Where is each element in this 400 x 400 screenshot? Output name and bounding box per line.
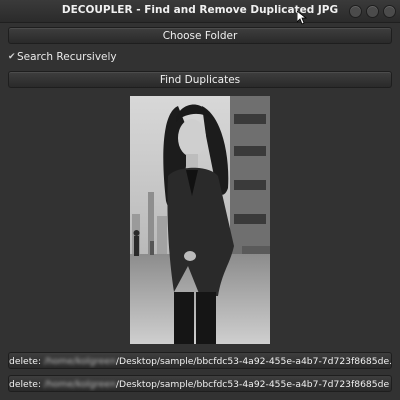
checkmark-icon[interactable]: ✔ (8, 53, 16, 62)
maximize-button[interactable] (366, 5, 379, 18)
file-path: /Desktop/sample/bbcfdc53-4a92-455e-a4b7-… (115, 379, 391, 390)
delete-file-button[interactable]: delete: /home/kolgreen/Desktop/sample/bb… (8, 352, 392, 369)
search-recursively-label: Search Recursively (17, 51, 117, 63)
delete-prefix: delete: (9, 379, 44, 390)
app-window: DECOUPLER - Find and Remove Duplicated J… (0, 0, 400, 400)
close-button[interactable] (383, 5, 396, 18)
title-bar[interactable]: DECOUPLER - Find and Remove Duplicated J… (0, 0, 400, 23)
find-duplicates-button[interactable]: Find Duplicates (8, 71, 392, 88)
choose-folder-button[interactable]: Choose Folder (8, 27, 392, 44)
blurred-path: /home/kolgreen (43, 379, 116, 390)
delete-copy-file-button[interactable]: delete: /home/kolgreen/Desktop/sample/bb… (8, 375, 392, 392)
mouse-cursor-icon (297, 11, 307, 25)
delete-prefix: delete: (9, 356, 44, 367)
image-preview (130, 96, 270, 344)
minimize-button[interactable] (349, 5, 362, 18)
blurred-path: /home/kolgreen (43, 356, 116, 367)
file-path: /Desktop/sample/bbcfdc53-4a92-455e-a4b7-… (115, 356, 392, 367)
photo-image (130, 96, 270, 344)
window-title: DECOUPLER - Find and Remove Duplicated J… (61, 4, 339, 16)
